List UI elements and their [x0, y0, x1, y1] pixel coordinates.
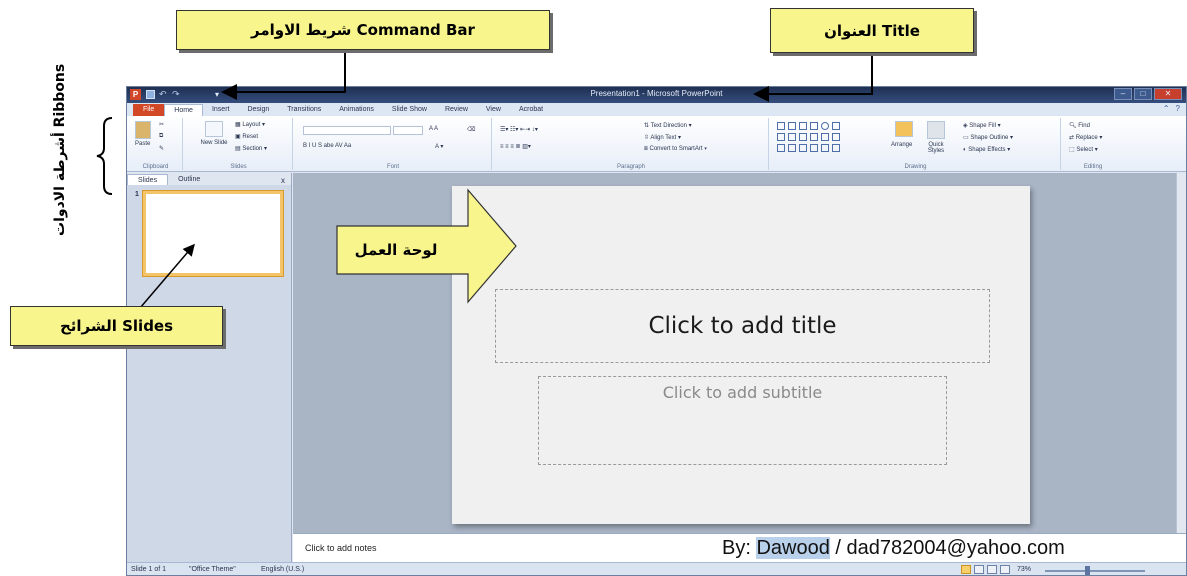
- slides-callout: الشرائح Slides: [10, 306, 223, 346]
- command-bar-callout: شريط الاوامر Command Bar: [176, 10, 550, 50]
- ribbons-label: أشرطة الادوات Ribbons: [52, 63, 68, 236]
- work-pane-label: لوحة العمل: [355, 241, 438, 259]
- figure: P ↶ ↷ ▾ Presentation1 - Microsoft PowerP…: [0, 0, 1187, 576]
- command-bar-arrow: [221, 50, 346, 100]
- ribbons-brace: [96, 117, 113, 195]
- slides-arrow: [139, 243, 195, 309]
- title-callout: العنوان Title: [770, 8, 974, 53]
- title-arrow: [753, 53, 873, 102]
- annotation-overlay: لوحة العمل: [96, 50, 873, 309]
